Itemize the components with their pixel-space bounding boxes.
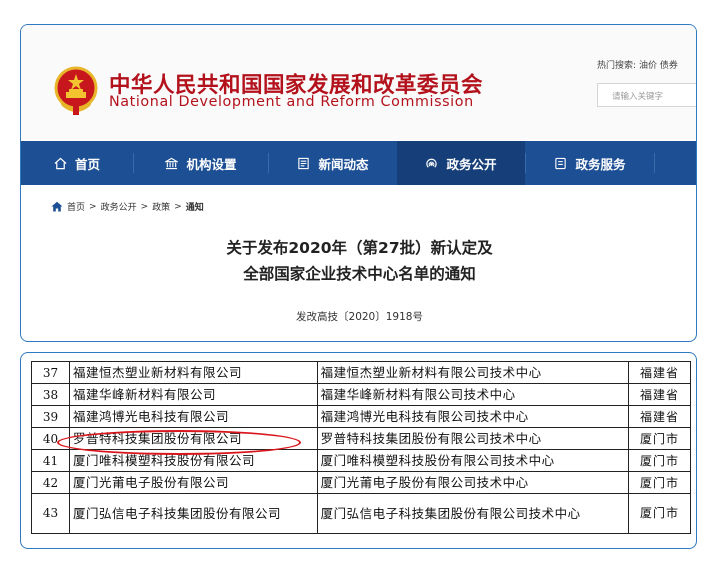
company-name: 福建恒杰塑业新材料有限公司 [68,361,318,384]
row-number: 38 [31,383,70,406]
nav-label-home: 首页 [74,156,100,172]
tech-center-name: 福建华峰新材料有限公司技术中心 [316,383,630,406]
building-icon [165,157,179,169]
table-row: 43 厦门弘信电子科技集团股份有限公司 厦门弘信电子科技集团股份有限公司技术中心… [31,493,691,534]
tech-center-name: 厦门弘信电子科技集团股份有限公司技术中心 [316,493,630,534]
nav-label-news: 新闻动态 [318,156,369,172]
region: 厦门市 [628,471,691,494]
enterprise-list-panel: 37 福建恒杰塑业新材料有限公司 福建恒杰塑业新材料有限公司技术中心 福建省 3… [20,352,697,549]
document-number: 发改高技〔2020〕1918号 [296,311,423,323]
company-name: 厦门弘信电子科技集团股份有限公司 [68,493,318,534]
broadcast-icon [426,158,438,168]
tech-center-name: 罗普特科技集团股份有限公司技术中心 [316,427,630,450]
row-number: 42 [31,471,70,494]
row-number: 39 [31,405,70,428]
site-header: 中华人民共和国国家发展和改革委员会 National Development a… [21,25,696,140]
enterprise-table: 37 福建恒杰塑业新材料有限公司 福建恒杰塑业新材料有限公司技术中心 福建省 3… [31,361,691,534]
hot-search-label: 热门搜索: [597,61,637,71]
document-title-line: 全部国家企业技术中心名单的通知 [243,265,476,283]
tech-center-name: 福建恒杰塑业新材料有限公司技术中心 [316,361,630,384]
row-number: 43 [31,493,70,534]
company-name: 福建鸿博光电科技有限公司 [68,405,318,428]
table-row: 42 厦门光莆电子股份有限公司 厦门光莆电子股份有限公司技术中心 厦门市 [31,471,691,494]
company-name: 罗普特科技集团股份有限公司 [68,427,318,450]
breadcrumb-item[interactable]: 政务公开 [101,200,137,213]
row-number: 41 [31,449,70,472]
region: 厦门市 [628,427,691,450]
breadcrumb-separator: > [140,201,149,212]
breadcrumb-item[interactable]: 首页 [67,200,85,213]
home-icon [54,157,67,169]
breadcrumb-separator: > [89,201,97,212]
company-name: 福建华峰新材料有限公司 [68,383,318,406]
breadcrumb-current: 通知 [185,203,204,213]
breadcrumb: 首页 > 政务公开 > 政策 > 通知 [51,200,204,213]
region: 福建省 [628,361,691,384]
row-number: 37 [31,361,70,384]
table-row: 37 福建恒杰塑业新材料有限公司 福建恒杰塑业新材料有限公司技术中心 福建省 [31,361,691,384]
nav-label-government-affairs: 政务公开 [446,156,497,172]
national-emblem-icon [54,66,98,115]
hot-search: 热门搜索: 油价 债券 [597,58,678,71]
nav-item-organization[interactable]: 机构设置 [134,141,268,185]
tech-center-name: 厦门唯科模塑科技股份有限公司技术中心 [316,449,630,472]
nav-label-services: 政务服务 [575,156,626,172]
company-name: 厦门唯科模塑科技股份有限公司 [68,449,318,472]
nav-item-news[interactable]: 新闻动态 [269,141,397,185]
tech-center-name: 厦门光莆电子股份有限公司技术中心 [316,471,630,494]
home-icon[interactable] [51,201,63,212]
hot-search-links[interactable]: 油价 债券 [639,61,678,71]
search-input[interactable]: 请输入关键字 [597,83,696,107]
nav-item-home[interactable]: 首页 [21,141,133,185]
breadcrumb-item[interactable]: 政策 [152,200,170,213]
site-title-english[interactable]: National Development and Reform Commissi… [109,94,474,110]
website-header-panel: 中华人民共和国国家发展和改革委员会 National Development a… [20,24,697,342]
document-title-line: 关于发布2020年（第27批）新认定及 [226,239,493,257]
nav-divider [654,153,655,173]
table-row: 41 厦门唯科模塑科技股份有限公司 厦门唯科模塑科技股份有限公司技术中心 厦门市 [31,449,691,472]
table-row: 39 福建鸿博光电科技有限公司 福建鸿博光电科技有限公司技术中心 福建省 [31,405,691,428]
company-name: 厦门光莆电子股份有限公司 [68,471,318,494]
region: 福建省 [628,383,691,406]
document-title: 关于发布2020年（第27批）新认定及 全部国家企业技术中心名单的通知 [21,235,696,287]
tech-center-name: 福建鸿博光电科技有限公司技术中心 [316,405,630,428]
region: 福建省 [628,405,691,428]
main-nav: 首页 机构设置 新闻动态 政务公开 政务服务 [21,141,696,185]
breadcrumb-separator: > [174,201,182,212]
row-number: 40 [31,427,70,450]
nav-item-services[interactable]: 政务服务 [526,141,654,185]
news-icon [298,157,310,169]
region: 厦门市 [628,449,691,472]
nav-label-organization: 机构设置 [186,156,237,172]
table-row-highlighted: 40 罗普特科技集团股份有限公司 罗普特科技集团股份有限公司技术中心 厦门市 [31,427,691,450]
service-icon [555,157,567,169]
region: 厦门市 [628,493,691,534]
table-row: 38 福建华峰新材料有限公司 福建华峰新材料有限公司技术中心 福建省 [31,383,691,406]
nav-item-government-affairs[interactable]: 政务公开 [397,141,525,185]
